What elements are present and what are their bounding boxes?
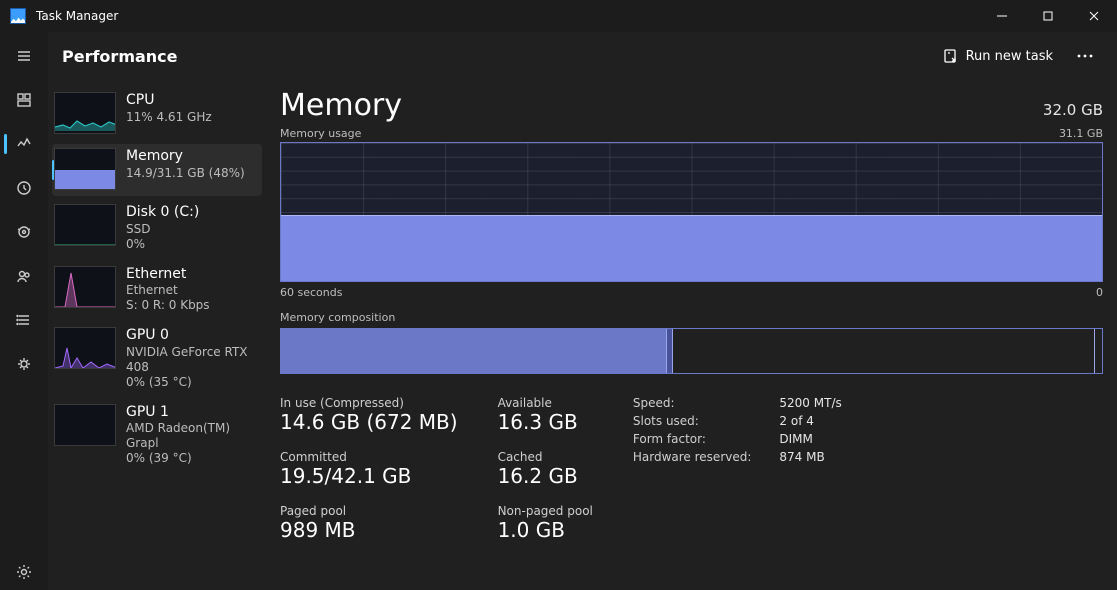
committed-value: 19.5/42.1 GB bbox=[280, 464, 458, 488]
composition-label: Memory composition bbox=[280, 311, 1103, 324]
disk-thumbnail bbox=[54, 204, 116, 246]
available-value: 16.3 GB bbox=[498, 410, 593, 434]
speed-value: 5200 MT/s bbox=[779, 396, 841, 410]
nav-processes[interactable] bbox=[4, 82, 44, 118]
cpu-thumbnail bbox=[54, 92, 116, 134]
resource-name: CPU bbox=[126, 92, 212, 110]
inuse-label: In use (Compressed) bbox=[280, 396, 458, 410]
cached-value: 16.2 GB bbox=[498, 464, 593, 488]
axis-left: 60 seconds bbox=[280, 286, 342, 299]
memory-thumbnail bbox=[54, 148, 116, 190]
hwres-value: 874 MB bbox=[779, 450, 841, 464]
ethernet-thumbnail bbox=[54, 266, 116, 308]
nonpaged-label: Non-paged pool bbox=[498, 504, 593, 518]
resource-sub: AMD Radeon(TM) Grapl bbox=[126, 421, 256, 451]
resource-name: Memory bbox=[126, 148, 245, 166]
hamburger-button[interactable] bbox=[4, 38, 44, 74]
resource-sub2: 0% (39 °C) bbox=[126, 451, 256, 466]
maximize-button[interactable] bbox=[1025, 0, 1071, 32]
gpu0-thumbnail bbox=[54, 327, 116, 369]
memory-composition-chart[interactable] bbox=[280, 328, 1103, 374]
resource-sub: Ethernet bbox=[126, 283, 210, 298]
run-task-label: Run new task bbox=[966, 49, 1053, 64]
ellipsis-icon bbox=[1077, 54, 1093, 58]
app-title: Task Manager bbox=[36, 9, 118, 23]
resource-ethernet[interactable]: Ethernet Ethernet S: 0 R: 0 Kbps bbox=[52, 262, 262, 320]
memory-usage-chart[interactable] bbox=[280, 142, 1103, 282]
resource-gpu1[interactable]: GPU 1 AMD Radeon(TM) Grapl 0% (39 °C) bbox=[52, 400, 262, 473]
resource-disk0[interactable]: Disk 0 (C:) SSD 0% bbox=[52, 200, 262, 258]
resource-sub: 11% 4.61 GHz bbox=[126, 110, 212, 125]
detail-panel: Memory 32.0 GB Memory usage 31.1 GB 60 s… bbox=[266, 88, 1103, 574]
app-icon bbox=[10, 8, 26, 24]
resource-sub2: S: 0 R: 0 Kbps bbox=[126, 298, 210, 313]
nav-settings[interactable] bbox=[4, 554, 44, 590]
title-bar: Task Manager bbox=[0, 0, 1117, 32]
usage-chart-label: Memory usage bbox=[280, 127, 361, 140]
memory-total: 32.0 GB bbox=[1043, 101, 1103, 119]
nav-performance[interactable] bbox=[4, 126, 44, 162]
page-title: Performance bbox=[62, 47, 178, 66]
available-label: Available bbox=[498, 396, 593, 410]
cached-label: Cached bbox=[498, 450, 593, 464]
resource-name: Disk 0 (C:) bbox=[126, 204, 199, 222]
resource-list: CPU 11% 4.61 GHz Memory 14.9/31.1 GB (48… bbox=[52, 88, 262, 574]
resource-sub2: 0% (35 °C) bbox=[126, 375, 256, 390]
resource-cpu[interactable]: CPU 11% 4.61 GHz bbox=[52, 88, 262, 140]
resource-name: Ethernet bbox=[126, 266, 210, 284]
nonpaged-value: 1.0 GB bbox=[498, 518, 593, 542]
minimize-button[interactable] bbox=[979, 0, 1025, 32]
nav-services[interactable] bbox=[4, 346, 44, 382]
paged-value: 989 MB bbox=[280, 518, 458, 542]
resource-gpu0[interactable]: GPU 0 NVIDIA GeForce RTX 408 0% (35 °C) bbox=[52, 323, 262, 396]
gpu1-thumbnail bbox=[54, 404, 116, 446]
nav-details[interactable] bbox=[4, 302, 44, 338]
run-task-icon bbox=[942, 48, 958, 64]
page-header: Performance Run new task bbox=[48, 32, 1117, 80]
resource-memory[interactable]: Memory 14.9/31.1 GB (48%) bbox=[52, 144, 262, 196]
resource-name: GPU 1 bbox=[126, 404, 256, 422]
close-button[interactable] bbox=[1071, 0, 1117, 32]
slots-value: 2 of 4 bbox=[779, 414, 841, 428]
usage-chart-max: 31.1 GB bbox=[1059, 127, 1103, 140]
resource-name: GPU 0 bbox=[126, 327, 256, 345]
form-value: DIMM bbox=[779, 432, 841, 446]
run-new-task-button[interactable]: Run new task bbox=[932, 42, 1063, 70]
form-label: Form factor: bbox=[633, 432, 752, 446]
slots-label: Slots used: bbox=[633, 414, 752, 428]
speed-label: Speed: bbox=[633, 396, 752, 410]
hwres-label: Hardware reserved: bbox=[633, 450, 752, 464]
detail-title: Memory bbox=[280, 88, 402, 123]
nav-app-history[interactable] bbox=[4, 170, 44, 206]
resource-sub: SSD bbox=[126, 222, 199, 237]
committed-label: Committed bbox=[280, 450, 458, 464]
resource-sub: 14.9/31.1 GB (48%) bbox=[126, 166, 245, 181]
memory-properties: Speed: 5200 MT/s Slots used: 2 of 4 Form f… bbox=[633, 396, 842, 542]
resource-sub2: 0% bbox=[126, 237, 199, 252]
resource-sub: NVIDIA GeForce RTX 408 bbox=[126, 345, 256, 375]
nav-users[interactable] bbox=[4, 258, 44, 294]
more-options-button[interactable] bbox=[1067, 40, 1103, 72]
axis-right: 0 bbox=[1096, 286, 1103, 299]
paged-label: Paged pool bbox=[280, 504, 458, 518]
inuse-value: 14.6 GB (672 MB) bbox=[280, 410, 458, 434]
nav-rail bbox=[0, 32, 48, 590]
nav-startup[interactable] bbox=[4, 214, 44, 250]
